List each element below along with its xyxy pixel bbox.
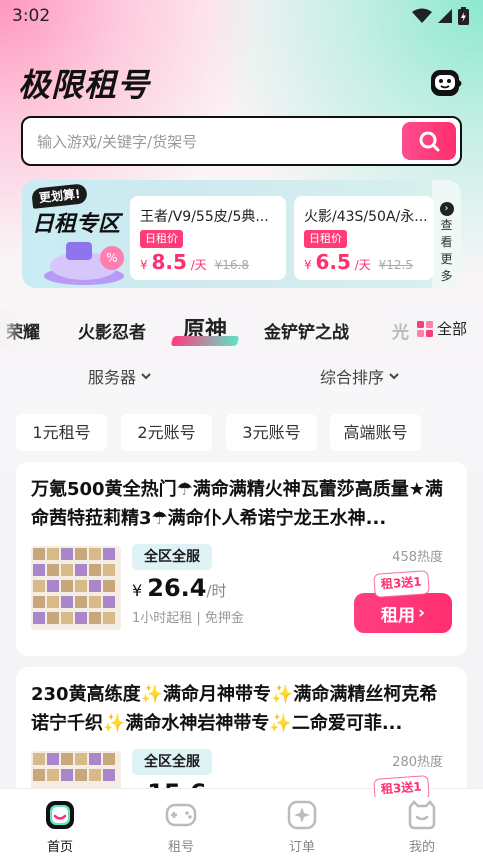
chevron-down-icon	[389, 373, 399, 380]
promo-tag: 租3送1	[373, 570, 430, 598]
all-games-label: 全部	[437, 320, 468, 338]
battery-icon	[458, 7, 469, 25]
view-more-label: 看	[440, 235, 453, 249]
all-games-button[interactable]: 全部	[414, 318, 468, 339]
rent-price: ¥ 26.4/时	[132, 574, 227, 602]
view-more-label: 更	[440, 252, 453, 266]
status-bar: 3:02	[0, 0, 483, 32]
chip-3-yuan[interactable]: 3元账号	[226, 414, 317, 451]
game-tabs: 荣耀 火影忍者 原神 金铲铲之战 光	[0, 310, 483, 350]
nav-orders[interactable]: 订单	[262, 797, 342, 855]
view-more-label: 查	[440, 218, 453, 232]
rent-button[interactable]: 租用 ›	[354, 593, 452, 633]
view-more-button[interactable]: › 查 看 更 多	[432, 180, 461, 288]
signal-icon	[438, 9, 452, 23]
profile-icon	[408, 800, 436, 830]
rent-button-label: 租用	[380, 605, 415, 626]
search-input[interactable]	[37, 130, 397, 154]
promo-card-name: 火影/43S/50A/永...	[304, 209, 428, 225]
promo-tag: 租3送1	[373, 775, 430, 797]
price-unit: /天	[190, 258, 207, 272]
app-title: 极限租号	[18, 66, 151, 104]
price-value: 6.5	[315, 250, 351, 274]
sort-filter-label: 综合排序	[320, 368, 385, 387]
heat-count: 280热度	[392, 755, 443, 770]
view-more-label: 多	[440, 269, 453, 283]
original-price: ¥12.5	[378, 258, 413, 272]
svg-text:%: %	[106, 251, 117, 265]
listing-title: 万氪500黄全热门☂满命满精火神瓦蕾莎高质量★满命茜特菈莉精3☂满命仆人希诺宁龙…	[31, 479, 443, 529]
customer-service-icon[interactable]	[428, 66, 464, 102]
status-icons	[412, 7, 469, 25]
gamepad-icon	[165, 803, 197, 827]
price-currency: ¥	[304, 258, 312, 272]
price-currency: ¥	[132, 581, 143, 600]
promo-illustration-icon: %	[44, 242, 124, 285]
promo-card-price: ¥ 8.5 /天 ¥16.8	[140, 250, 249, 274]
promo-card[interactable]: 王者/V9/55皮/5典... 日租价 ¥ 8.5 /天 ¥16.8	[130, 196, 286, 280]
promo-card-tag: 日租价	[304, 230, 347, 248]
original-price: ¥16.8	[214, 258, 249, 272]
order-icon	[287, 800, 317, 830]
listing-title: 230黄高练度✨满命月神带专✨满命满精丝柯克希诺宁千织✨满命水神岩神带专✨二命爱…	[31, 684, 438, 734]
nav-home-label: 首页	[46, 840, 73, 855]
chip-2-yuan[interactable]: 2元账号	[121, 414, 212, 451]
chevron-right-icon: ›	[417, 603, 425, 623]
nav-rent[interactable]: 租号	[141, 797, 221, 855]
price-unit: /天	[354, 258, 371, 272]
region-badge: 全区全服	[132, 749, 212, 775]
nav-orders-label: 订单	[288, 840, 315, 855]
listing-card[interactable]: 230黄高练度✨满命月神带专✨满命满精丝柯克希诺宁千织✨满命水神岩神带专✨二命爱…	[16, 667, 467, 797]
price-value: 8.5	[151, 250, 187, 274]
promo-card-name: 王者/V9/55皮/5典...	[140, 209, 269, 225]
status-time: 3:02	[12, 6, 51, 26]
search-icon	[419, 131, 440, 152]
promo-card[interactable]: 火影/43S/50A/永... 日租价 ¥ 6.5 /天 ¥12.5	[294, 196, 434, 280]
home-icon	[46, 801, 74, 829]
heat-count: 458热度	[392, 550, 443, 565]
search-button[interactable]	[402, 122, 456, 160]
chip-1-yuan[interactable]: 1元租号	[16, 414, 107, 451]
grid-icon	[417, 320, 433, 337]
nav-profile-label: 我的	[408, 840, 435, 855]
rental-terms: 1小时起租 | 免押金	[132, 611, 244, 626]
wifi-icon	[412, 8, 432, 23]
listing-card[interactable]: 万氪500黄全热门☂满命满精火神瓦蕾莎高质量★满命茜特菈莉精3☂满命仆人希诺宁龙…	[16, 462, 467, 656]
tab-jinchanchan[interactable]: 金铲铲之战	[264, 318, 349, 343]
chevron-right-icon: ›	[439, 202, 454, 216]
price-currency: ¥	[140, 258, 148, 272]
nav-home[interactable]: 首页	[20, 797, 100, 855]
region-badge: 全区全服	[132, 544, 212, 570]
server-filter-label: 服务器	[88, 368, 137, 387]
promo-card-price: ¥ 6.5 /天 ¥12.5	[304, 250, 413, 274]
chevron-down-icon	[141, 373, 151, 380]
nav-profile[interactable]: 我的	[382, 797, 462, 855]
price-unit: /时	[206, 582, 227, 600]
search-bar	[21, 116, 462, 166]
price-value: 26.4	[147, 574, 207, 602]
account-thumbnail	[31, 546, 121, 630]
bottom-nav: 首页 租号 订单 我的	[0, 788, 483, 859]
nav-rent-label: 租号	[167, 840, 194, 855]
promo-badge: 更划算!	[31, 183, 89, 209]
tabs-fade	[0, 310, 22, 350]
active-tab-indicator	[170, 336, 240, 346]
sort-filter[interactable]: 综合排序	[320, 364, 400, 388]
tab-more-game[interactable]: 光	[392, 318, 409, 343]
tab-huoying[interactable]: 火影忍者	[78, 318, 146, 343]
server-filter[interactable]: 服务器	[88, 364, 152, 388]
daily-rent-banner[interactable]: 更划算! 日租专区 % 王者/V9/55皮/5典... 日租价 ¥ 8.5 /天…	[22, 180, 461, 288]
chip-premium[interactable]: 高端账号	[330, 414, 421, 451]
promo-card-tag: 日租价	[140, 230, 183, 248]
